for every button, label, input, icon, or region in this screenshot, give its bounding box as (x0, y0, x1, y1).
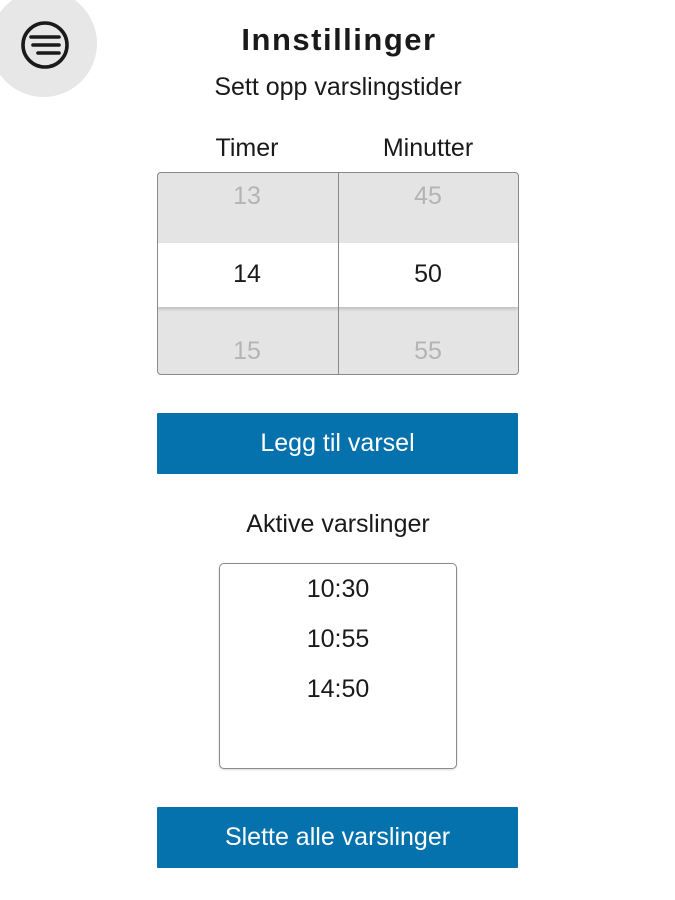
alert-list-item[interactable]: 14:50 (220, 675, 456, 704)
hours-option-selected[interactable]: 14 (157, 260, 337, 289)
hours-option-next[interactable]: 15 (157, 337, 337, 366)
active-alerts-list[interactable]: 10:30 10:55 14:50 (219, 563, 457, 769)
minutes-option-selected[interactable]: 50 (338, 260, 518, 289)
minutes-option-previous[interactable]: 45 (338, 182, 518, 211)
alert-list-item[interactable]: 10:55 (220, 625, 456, 654)
hours-option-previous[interactable]: 13 (157, 182, 337, 211)
minutes-option-next[interactable]: 55 (338, 337, 518, 366)
active-alerts-label: Aktive varslinger (246, 510, 430, 538)
delete-all-alerts-button[interactable]: Slette alle varslinger (157, 807, 518, 868)
add-alert-button[interactable]: Legg til varsel (157, 413, 518, 474)
alert-list-item[interactable]: 10:30 (220, 575, 456, 604)
